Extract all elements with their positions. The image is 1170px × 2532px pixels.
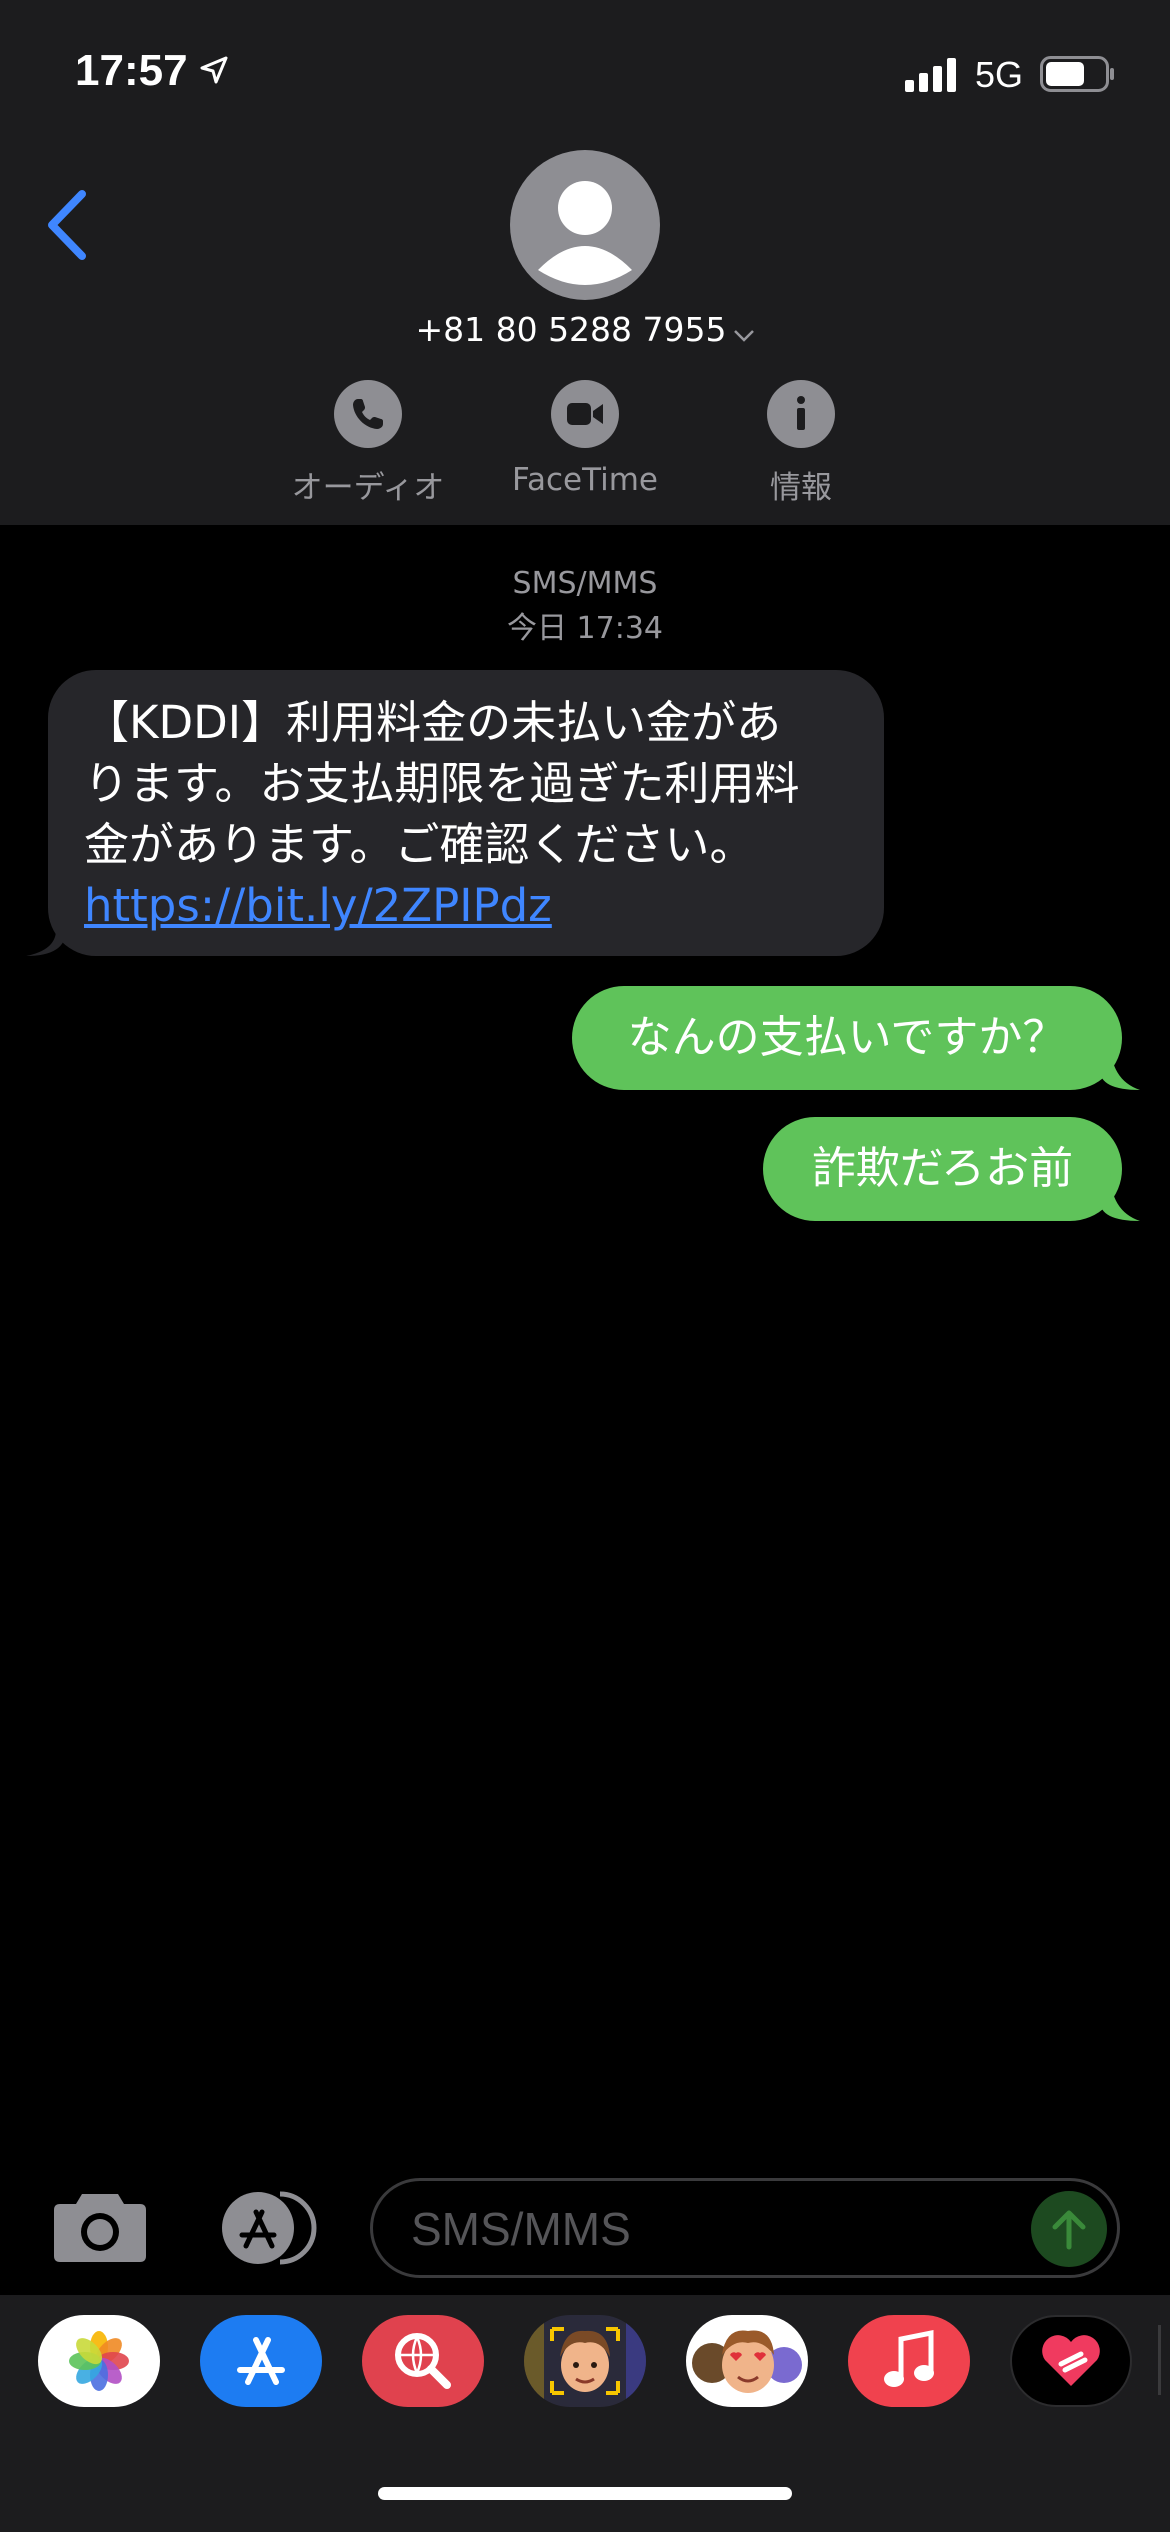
back-button[interactable]: [38, 180, 108, 270]
animoji-icon[interactable]: [686, 2315, 808, 2407]
info-label: 情報: [770, 470, 832, 506]
send-arrow-icon: [1052, 2210, 1086, 2250]
incoming-message-text: 【KDDI】利用料金の未払い金があ ります。お支払期限を過ぎた利用料 金がありま…: [84, 692, 854, 936]
contact-name-button[interactable]: +81 80 5288 7955: [0, 310, 1170, 351]
contact-name: +81 80 5288 7955: [415, 310, 727, 349]
outgoing-bubble-tail: [1100, 1171, 1140, 1221]
incoming-bubble-tail: [26, 910, 66, 956]
app-store-icon[interactable]: [200, 2315, 322, 2407]
outgoing-bubble-tail: [1100, 1040, 1140, 1090]
contact-avatar[interactable]: [510, 150, 660, 300]
video-icon: [551, 380, 619, 448]
status-time: 17:57: [75, 46, 188, 95]
facetime-label: FaceTime: [512, 462, 658, 498]
message-line: 【KDDI】利用料金の未払い金があ: [84, 696, 782, 749]
message-link[interactable]: https://bit.ly/2ZPIPdz: [84, 875, 854, 936]
photos-icon[interactable]: [38, 2315, 160, 2407]
home-indicator[interactable]: [378, 2487, 792, 2500]
incoming-message-bubble[interactable]: 【KDDI】利用料金の未払い金があ ります。お支払期限を過ぎた利用料 金がありま…: [48, 670, 884, 956]
drawer-scroll-indicator: [1158, 2325, 1161, 2395]
outgoing-message-bubble[interactable]: なんの支払いですか？: [572, 986, 1122, 1090]
message-input-field[interactable]: [370, 2178, 1120, 2278]
service-label: SMS/MMS: [512, 566, 658, 601]
chevron-down-icon: [733, 312, 755, 351]
music-icon[interactable]: [848, 2315, 970, 2407]
app-store-button[interactable]: [210, 2188, 320, 2272]
compose-bar: [0, 2160, 1170, 2290]
message-line: 金があります。ご確認ください。: [84, 818, 755, 871]
info-icon: [767, 380, 835, 448]
conversation-header: 17:57 5G +81 80 5288 7955 オーディオ FaceTime…: [0, 0, 1170, 525]
outgoing-message-bubble[interactable]: 詐欺だろお前: [763, 1117, 1122, 1221]
phone-icon: [334, 380, 402, 448]
send-button[interactable]: [1031, 2191, 1107, 2267]
memoji-icon[interactable]: [524, 2315, 646, 2407]
cellular-signal-icon: [905, 58, 957, 96]
message-input[interactable]: [409, 2181, 973, 2277]
battery-icon: [1040, 56, 1116, 96]
apps-icon: [222, 2191, 317, 2265]
audio-call-button[interactable]: オーディオ: [268, 380, 468, 507]
audio-call-label: オーディオ: [291, 470, 445, 506]
message-timestamp: 今日 17:34: [507, 611, 663, 646]
facetime-button[interactable]: FaceTime: [485, 380, 685, 498]
network-type: 5G: [975, 54, 1024, 95]
fitness-icon[interactable]: [1010, 2315, 1132, 2407]
camera-icon: [54, 2194, 146, 2262]
status-bar: 17:57 5G: [0, 0, 1170, 140]
info-button[interactable]: 情報: [701, 380, 901, 507]
camera-button[interactable]: [52, 2190, 148, 2266]
web-search-icon[interactable]: [362, 2315, 484, 2407]
message-line: ります。お支払期限を過ぎた利用料: [84, 757, 800, 810]
location-arrow-icon: [200, 56, 228, 88]
